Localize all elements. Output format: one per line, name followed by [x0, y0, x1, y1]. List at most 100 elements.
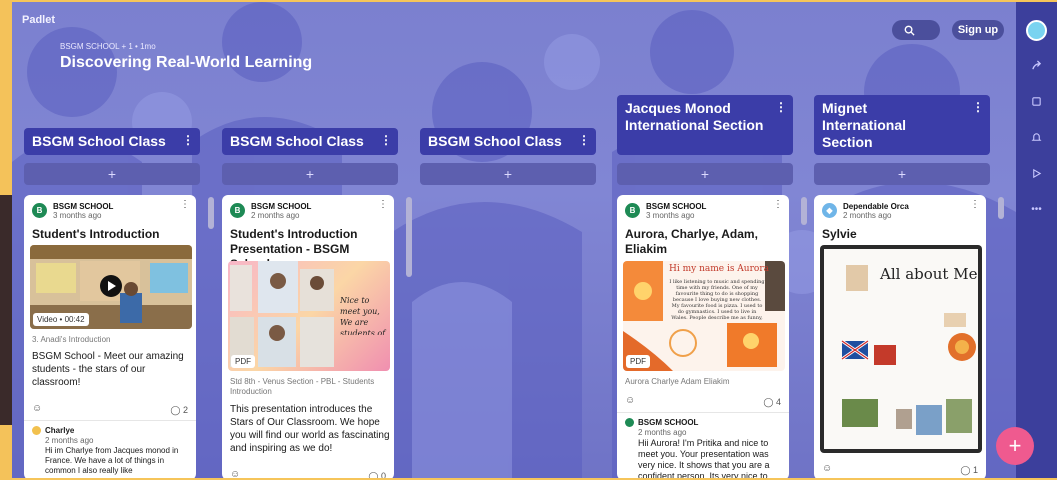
divider	[24, 420, 196, 421]
scrollbar[interactable]	[801, 197, 807, 225]
comment-count[interactable]: ◯ 0	[368, 471, 386, 478]
comment-count-value: 2	[182, 405, 188, 415]
poster-drawings	[841, 265, 976, 435]
add-post-button[interactable]: +	[24, 163, 200, 185]
add-post-button[interactable]: +	[814, 163, 990, 185]
column-header[interactable]: Jacques Monod International Section ⋮	[617, 95, 793, 155]
board-title: Discovering Real-World Learning	[60, 54, 313, 71]
play-slideshow-icon[interactable]	[1027, 164, 1046, 183]
card-menu-icon[interactable]: ⋮	[180, 199, 190, 210]
share-icon[interactable]	[1027, 56, 1046, 75]
column-menu-icon[interactable]: ⋮	[578, 132, 590, 149]
author-name: BSGM SCHOOL	[251, 202, 312, 211]
comment-count[interactable]: ◯ 4	[763, 397, 781, 408]
column-title: Mignet International Section	[822, 100, 907, 150]
post-time: 2 months ago	[843, 211, 892, 220]
post-card[interactable]: B BSGM SCHOOL 3 months ago ⋮ Student's In…	[24, 195, 196, 478]
column-header[interactable]: Mignet International Section ⋮	[814, 95, 990, 155]
column-menu-icon[interactable]: ⋮	[775, 99, 787, 116]
add-post-button[interactable]: +	[420, 163, 596, 185]
search-button[interactable]	[892, 20, 940, 40]
comment-icon: ◯	[960, 465, 971, 475]
commenter-name: Charlye	[45, 426, 75, 435]
post-author: ◆ Dependable Orca 2 months ago	[822, 202, 909, 220]
app-frame: Padlet BSGM SCHOOL + 1 • 1mo Discovering…	[0, 0, 1057, 480]
right-action-rail: •••	[1016, 2, 1057, 478]
user-avatar[interactable]	[1026, 20, 1047, 41]
media-badge: PDF	[231, 355, 255, 368]
post-title: Aurora, Charlye, Adam, Eliakim	[625, 227, 758, 256]
image-post[interactable]: All about Me	[820, 245, 982, 453]
column-menu-icon[interactable]: ⋮	[182, 132, 194, 149]
column-menu-icon[interactable]: ⋮	[972, 99, 984, 116]
post-body: BSGM School - Meet our amazing students …	[32, 351, 184, 388]
column-title: BSGM School Class	[32, 133, 166, 149]
comment: BSGM SCHOOL 2 months ago Hii Aurora! I'm…	[625, 418, 785, 478]
media-badge: PDF	[626, 355, 650, 368]
add-post-button[interactable]: +	[617, 163, 793, 185]
column-header[interactable]: BSGM School Class ⋮	[420, 128, 596, 155]
more-options-icon[interactable]: •••	[1027, 200, 1046, 219]
pdf-preview[interactable]: Hi my name is Aurora I like listening to…	[623, 261, 785, 371]
add-post-button[interactable]: +	[222, 163, 398, 185]
column-menu-icon[interactable]: ⋮	[380, 132, 392, 149]
poster-paper: All about Me	[824, 249, 978, 449]
pdf-preview[interactable]: Nice to meet you, We are students of BSG…	[228, 261, 390, 371]
column-header[interactable]: BSGM School Class ⋮	[222, 128, 398, 155]
comment-text: Hi im Charlye from Jacques monod in Fran…	[45, 446, 179, 475]
comment: Charlye 2 months ago Hi im Charlye from …	[32, 426, 192, 476]
comment-count-value: 0	[380, 471, 386, 478]
card-menu-icon[interactable]: ⋮	[378, 199, 388, 210]
post-card[interactable]: ◆ Dependable Orca 2 months ago ⋮ Sylvie A…	[814, 195, 986, 478]
search-icon	[904, 25, 915, 36]
video-thumbnail[interactable]: Video • 00:42	[30, 245, 192, 329]
comment-count-value: 1	[972, 465, 978, 475]
column-header[interactable]: BSGM School Class ⋮	[24, 128, 200, 155]
comment-count[interactable]: ◯ 1	[960, 465, 978, 476]
media-caption: Aurora Charlye Adam Eliakim	[625, 377, 730, 386]
react-icon[interactable]: ☺	[822, 463, 832, 474]
post-title: Sylvie	[822, 227, 857, 241]
bell-icon[interactable]	[1027, 128, 1046, 147]
post-author: B BSGM SCHOOL 3 months ago	[32, 202, 113, 220]
comment-time: 2 months ago	[45, 436, 94, 445]
avatar: B	[230, 203, 245, 218]
pdf-slide-text: Nice to meet you, We are students of BSG…	[340, 296, 386, 335]
post-card[interactable]: B BSGM SCHOOL 3 months ago ⋮ Aurora, Char…	[617, 195, 789, 478]
left-window-dark-region	[0, 195, 12, 425]
post-time: 3 months ago	[53, 211, 102, 220]
board-meta: BSGM SCHOOL + 1 • 1mo	[60, 42, 156, 51]
card-menu-icon[interactable]: ⋮	[970, 199, 980, 210]
react-icon[interactable]: ☺	[230, 469, 240, 478]
padlet-logo[interactable]: Padlet	[22, 14, 55, 26]
scrollbar[interactable]	[406, 197, 412, 277]
add-post-fab[interactable]: +	[996, 427, 1034, 465]
remake-icon[interactable]	[1027, 92, 1046, 111]
post-author: B BSGM SCHOOL 2 months ago	[230, 202, 311, 220]
comment-text: Hii Aurora! I'm Pritika and nice to meet…	[638, 438, 770, 478]
comment-icon: ◯	[763, 397, 774, 407]
avatar: ◆	[822, 203, 837, 218]
signup-button[interactable]: Sign up	[952, 20, 1004, 40]
post-author: B BSGM SCHOOL 3 months ago	[625, 202, 706, 220]
author-name: Dependable Orca	[843, 202, 909, 211]
column-title: Jacques Monod International Section	[625, 100, 764, 133]
comment-icon: ◯	[170, 405, 181, 415]
react-icon[interactable]: ☺	[625, 395, 635, 406]
react-icon[interactable]: ☺	[32, 403, 42, 414]
card-menu-icon[interactable]: ⋮	[773, 199, 783, 210]
comment-count[interactable]: ◯ 2	[170, 405, 188, 416]
scrollbar[interactable]	[998, 197, 1004, 219]
scrollbar[interactable]	[208, 197, 214, 229]
post-body: This presentation introduces the Stars o…	[230, 404, 390, 454]
divider	[617, 412, 789, 413]
slide-text: I like listening to music and spending t…	[669, 279, 765, 321]
commenter-avatar-icon	[32, 426, 41, 436]
avatar: B	[32, 203, 47, 218]
media-caption: 3. Anadi's Introduction	[32, 335, 111, 344]
post-card[interactable]: B BSGM SCHOOL 2 months ago ⋮ Student's In…	[222, 195, 394, 478]
comment-icon: ◯	[368, 471, 379, 478]
play-icon[interactable]	[100, 275, 122, 297]
media-caption: Std 8th - Venus Section - PBL - Students…	[230, 377, 375, 396]
padlet-board[interactable]: Padlet BSGM SCHOOL + 1 • 1mo Discovering…	[12, 2, 1016, 478]
